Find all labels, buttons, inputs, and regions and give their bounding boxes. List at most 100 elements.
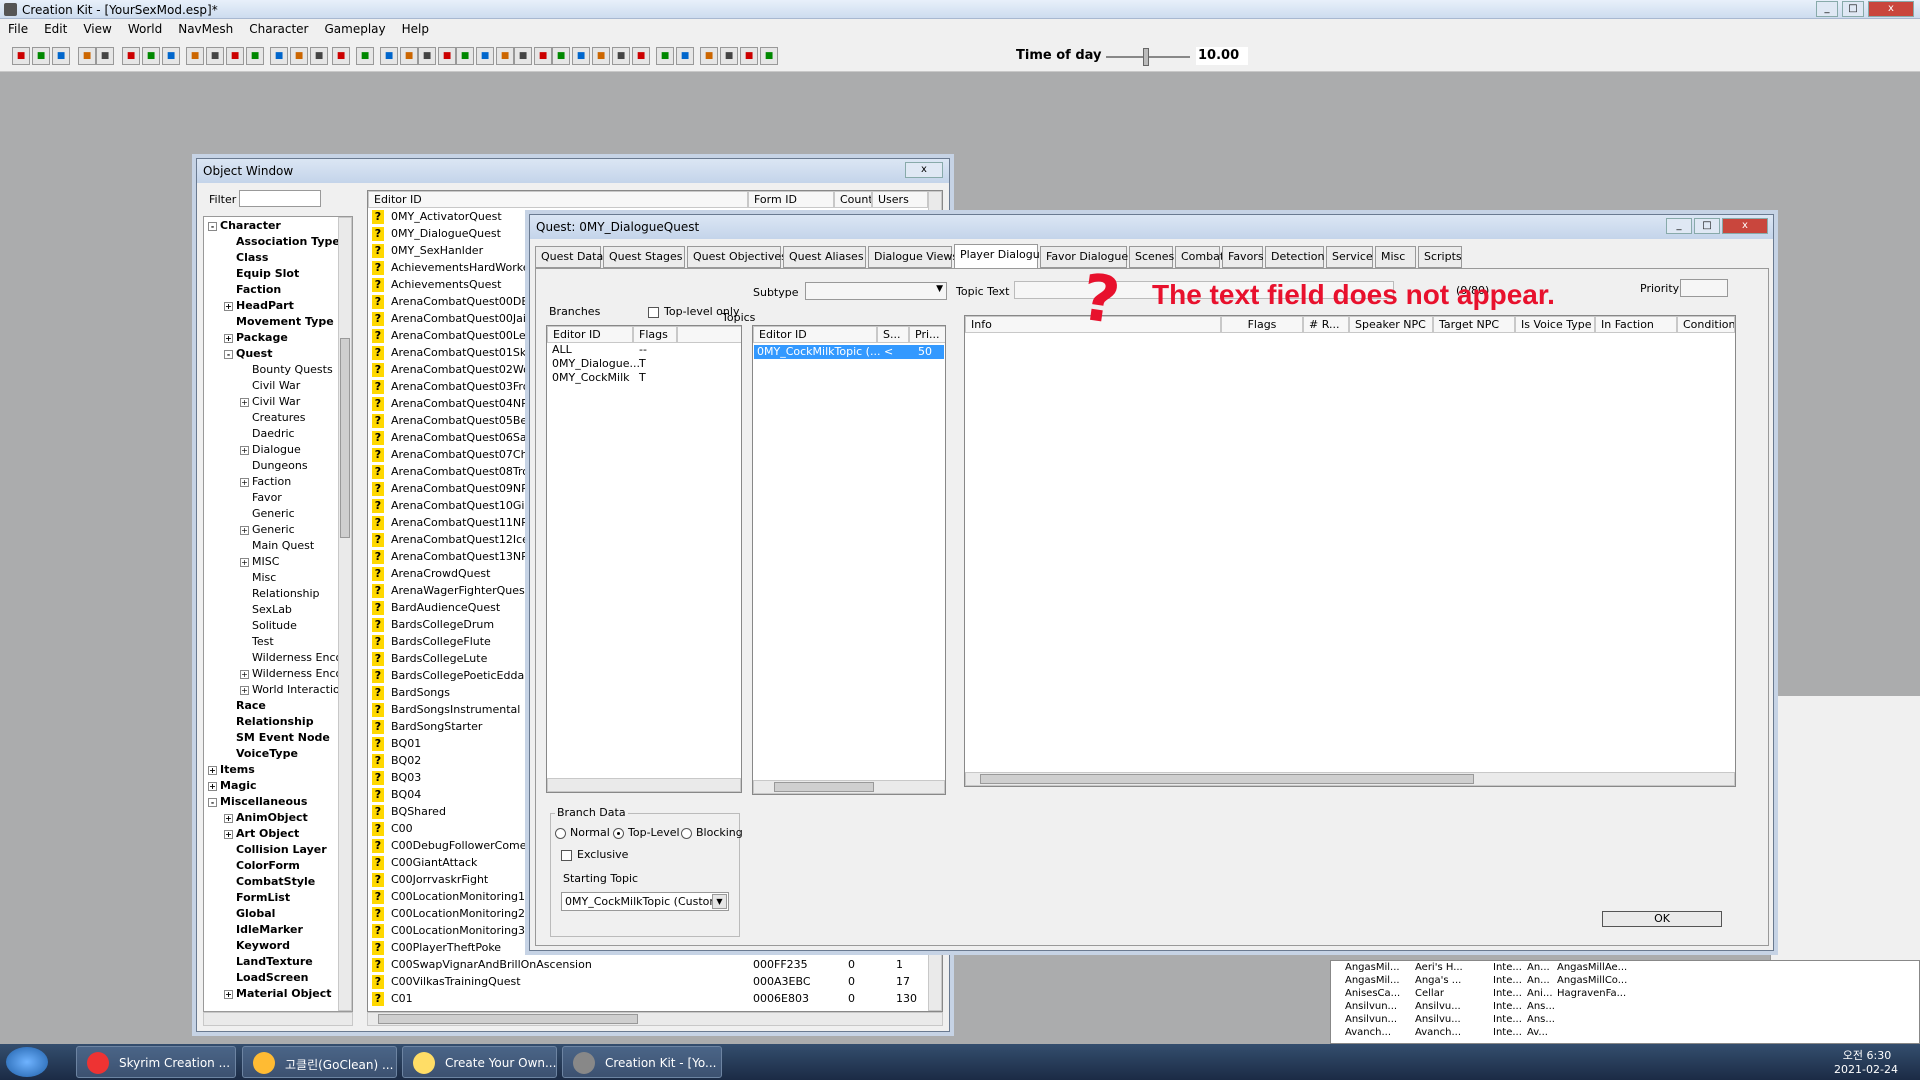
tab-quest-aliases[interactable]: Quest Aliases xyxy=(783,246,866,268)
tree-item[interactable]: Bounty Quests xyxy=(240,363,333,376)
toolbar-button[interactable]: ■ xyxy=(476,47,494,65)
toolbar-button[interactable]: ■ xyxy=(592,47,610,65)
toolbar-button[interactable]: ■ xyxy=(438,47,456,65)
branch-row[interactable]: ALL -- xyxy=(547,343,741,357)
tree-item[interactable]: + Civil War xyxy=(240,395,300,408)
tree-expander-icon[interactable]: + xyxy=(208,766,217,775)
tree-item[interactable]: LoadScreen xyxy=(224,971,308,984)
menu-edit[interactable]: Edit xyxy=(36,19,75,39)
tree-item[interactable]: + MISC xyxy=(240,555,279,568)
tree-item[interactable]: + Items xyxy=(208,763,255,776)
toolbar-button[interactable]: ■ xyxy=(572,47,590,65)
toolbar-button[interactable]: ■ xyxy=(760,47,778,65)
tab-scenes[interactable]: Scenes xyxy=(1129,246,1174,268)
info-col-speaker-npc[interactable]: Speaker NPC xyxy=(1349,316,1433,333)
tree-item[interactable]: + Generic xyxy=(240,523,295,536)
subtype-select[interactable]: ▼ xyxy=(805,282,947,300)
tree-item[interactable]: Creatures xyxy=(240,411,306,424)
table-row[interactable]: ? C01 0006E803 0 130 xyxy=(368,990,942,1007)
branch-row[interactable]: 0MY_Dialogue... T xyxy=(547,357,741,371)
toolbar-button[interactable]: ■ xyxy=(246,47,264,65)
info-col-target-npc[interactable]: Target NPC xyxy=(1433,316,1515,333)
object-list-hscrollbar[interactable] xyxy=(367,1012,943,1026)
toolbar-button[interactable]: ■ xyxy=(740,47,758,65)
menu-navmesh[interactable]: NavMesh xyxy=(170,19,241,39)
tree-expander-icon[interactable]: + xyxy=(240,558,249,567)
toolbar-button[interactable]: ■ xyxy=(12,47,30,65)
tab-favors[interactable]: Favors xyxy=(1222,246,1264,268)
tab-quest-objectives[interactable]: Quest Objectives xyxy=(687,246,787,268)
tree-expander-icon[interactable]: + xyxy=(224,814,233,823)
toolbar-button[interactable]: ■ xyxy=(356,47,374,65)
tree-hscrollbar[interactable] xyxy=(203,1012,353,1026)
tree-expander-icon[interactable]: + xyxy=(240,478,249,487)
start-button[interactable] xyxy=(6,1047,48,1077)
topics-col-priority[interactable]: Pri... xyxy=(909,326,945,343)
tree-vscrollbar[interactable] xyxy=(338,217,352,1011)
branch-row[interactable]: 0MY_CockMilk T xyxy=(547,371,741,385)
toolbar-button[interactable]: ■ xyxy=(142,47,160,65)
tree-expander-icon[interactable]: + xyxy=(240,686,249,695)
tree-item[interactable]: + Wilderness Enco xyxy=(240,667,342,680)
tree-item[interactable]: + World Interactio xyxy=(240,683,340,696)
toolbar-button[interactable]: ■ xyxy=(122,47,140,65)
tab-quest-stages[interactable]: Quest Stages xyxy=(603,246,685,268)
menu-gameplay[interactable]: Gameplay xyxy=(317,19,394,39)
tab-service[interactable]: Service xyxy=(1326,246,1373,268)
object-col-editor-id[interactable]: Editor ID xyxy=(368,191,748,208)
quest-maximize-button[interactable]: □ xyxy=(1694,218,1720,234)
toolbar-button[interactable]: ■ xyxy=(380,47,398,65)
radio-toplevel-circle[interactable] xyxy=(613,827,624,839)
object-col-count[interactable]: Count xyxy=(834,191,872,208)
minimize-button[interactable]: _ xyxy=(1816,1,1838,17)
tree-item[interactable]: - Character xyxy=(208,219,281,232)
time-of-day-value[interactable]: 10.00 xyxy=(1196,47,1248,65)
taskbar-item[interactable]: Creation Kit - [Yo... xyxy=(562,1046,722,1078)
tree-item[interactable]: Favor xyxy=(240,491,282,504)
tree-expander-icon[interactable]: + xyxy=(240,526,249,535)
time-of-day-slider-thumb[interactable] xyxy=(1143,48,1149,66)
category-tree[interactable]: - Character Association Type Class Equip Slo… xyxy=(203,216,353,1012)
tree-expander-icon[interactable]: - xyxy=(224,350,233,359)
info-col-in-faction[interactable]: In Faction xyxy=(1595,316,1677,333)
tab-misc[interactable]: Misc xyxy=(1375,246,1416,268)
tree-item[interactable]: CombatStyle xyxy=(224,875,315,888)
tree-item[interactable]: Wilderness Enco xyxy=(240,651,342,664)
toolbar-button[interactable]: ■ xyxy=(32,47,50,65)
tree-item[interactable]: + Magic xyxy=(208,779,257,792)
tree-item[interactable]: + Package xyxy=(224,331,288,344)
toolbar-button[interactable]: ■ xyxy=(400,47,418,65)
tree-expander-icon[interactable]: + xyxy=(240,398,249,407)
toolbar-button[interactable]: ■ xyxy=(514,47,532,65)
table-row[interactable]: ? C00VilkasTrainingQuest 000A3EBC 0 17 xyxy=(368,973,942,990)
ok-button[interactable]: OK xyxy=(1602,911,1722,927)
taskbar-item[interactable]: Skyrim Creation ... xyxy=(76,1046,236,1078)
tree-item[interactable]: + Faction xyxy=(240,475,291,488)
topics-list[interactable]: Editor ID S... Pri... 0MY_CockMilkTopic … xyxy=(752,325,946,795)
tree-expander-icon[interactable]: + xyxy=(224,334,233,343)
tree-item[interactable]: Equip Slot xyxy=(224,267,299,280)
tree-expander-icon[interactable]: + xyxy=(208,782,217,791)
tab-quest-data[interactable]: Quest Data xyxy=(535,246,603,268)
topics-hscrollbar[interactable] xyxy=(753,780,945,794)
toolbar-button[interactable]: ■ xyxy=(206,47,224,65)
tab-dialogue-views[interactable]: Dialogue Views xyxy=(868,246,958,268)
info-col-is-voice-type[interactable]: Is Voice Type xyxy=(1515,316,1595,333)
tree-item[interactable]: Global xyxy=(224,907,275,920)
toolbar-button[interactable]: ■ xyxy=(290,47,308,65)
tree-item[interactable]: + Dialogue xyxy=(240,443,301,456)
quest-close-button[interactable]: x xyxy=(1722,218,1768,234)
toolbar-button[interactable]: ■ xyxy=(332,47,350,65)
toolbar-button[interactable]: ■ xyxy=(700,47,718,65)
menu-help[interactable]: Help xyxy=(394,19,437,39)
menu-file[interactable]: File xyxy=(0,19,36,39)
radio-toplevel[interactable]: Top-Level xyxy=(613,826,680,839)
tree-item[interactable]: + HeadPart xyxy=(224,299,294,312)
object-window-close-button[interactable]: x xyxy=(905,162,943,178)
table-row[interactable]: ? C00SwapVignarAndBrillOnAscension 000FF23… xyxy=(368,956,942,973)
radio-blocking-circle[interactable] xyxy=(681,827,692,839)
menu-world[interactable]: World xyxy=(120,19,170,39)
tree-item[interactable]: Race xyxy=(224,699,266,712)
tree-item[interactable]: Association Type xyxy=(224,235,340,248)
maximize-button[interactable]: □ xyxy=(1842,1,1864,17)
